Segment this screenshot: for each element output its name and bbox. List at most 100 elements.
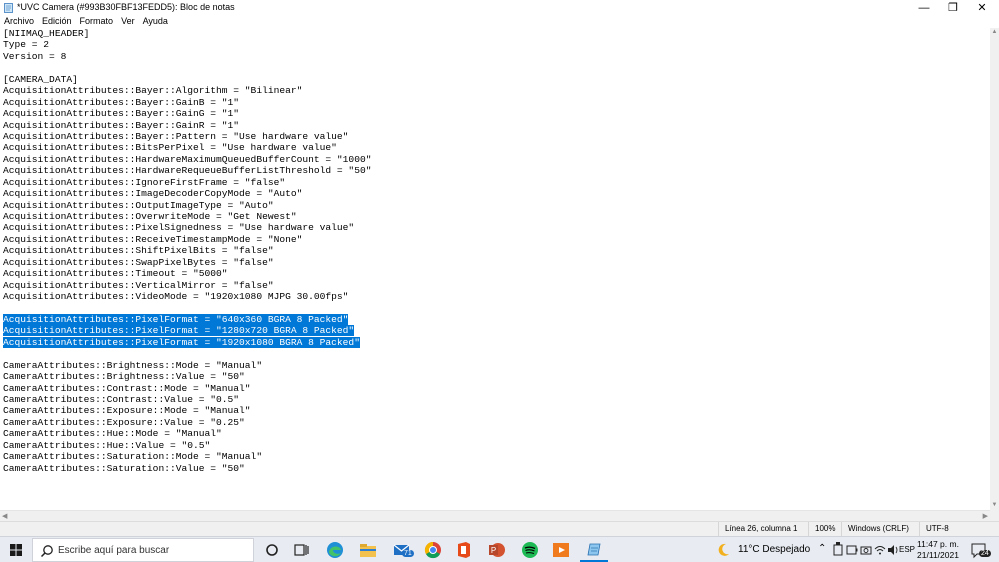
- weather-text[interactable]: 11°C Despejado: [738, 544, 810, 555]
- text-line-content: [NIIMAQ_HEADER]: [3, 28, 90, 39]
- text-line-content: CameraAttributes::Brightness::Mode = "Ma…: [3, 359, 263, 371]
- text-line: AcquisitionAttributes::ShiftPixelBits = …: [0, 245, 990, 256]
- text-line: CameraAttributes::Hue::Mode = "Manual": [0, 428, 990, 439]
- text-line-content: AcquisitionAttributes::PixelFormat = "19…: [3, 336, 360, 348]
- taskbar-search-box[interactable]: Escribe aquí para buscar: [32, 538, 254, 562]
- text-line: AcquisitionAttributes::PixelSignedness =…: [0, 222, 990, 233]
- chrome-icon[interactable]: [423, 540, 443, 560]
- text-line: CameraAttributes::Saturation::Value = "5…: [0, 463, 990, 474]
- text-line: AcquisitionAttributes::HardwareRequeueBu…: [0, 165, 990, 176]
- scroll-left-icon[interactable]: ◀: [2, 512, 7, 521]
- menu-archivo[interactable]: Archivo: [0, 15, 38, 28]
- notification-badge: 24: [979, 550, 991, 557]
- text-line-content: AcquisitionAttributes::ImageDecoderCopyM…: [3, 188, 303, 200]
- title-bar[interactable]: *UVC Camera (#993B30FBF13FEDD5): Bloc de…: [0, 0, 999, 15]
- task-view-icon[interactable]: [291, 540, 311, 560]
- text-line: AcquisitionAttributes::PixelFormat = "19…: [0, 336, 990, 348]
- text-line-content: AcquisitionAttributes::ShiftPixelBits = …: [3, 245, 274, 257]
- text-line: CameraAttributes::Saturation::Mode = "Ma…: [0, 451, 990, 462]
- text-line-content: AcquisitionAttributes::Bayer::Algorithm …: [3, 85, 303, 97]
- text-line: [NIIMAQ_HEADER]: [0, 28, 990, 39]
- cortana-icon[interactable]: [262, 540, 282, 560]
- text-line: CameraAttributes::Brightness::Value = "5…: [0, 371, 990, 382]
- close-button[interactable]: ✕: [965, 0, 999, 15]
- weather-moon-icon[interactable]: [716, 540, 732, 560]
- spotify-icon[interactable]: [520, 540, 540, 560]
- wifi-icon[interactable]: [874, 540, 886, 560]
- minimize-icon: —: [918, 1, 930, 14]
- volume-icon[interactable]: [887, 540, 899, 560]
- text-line: AcquisitionAttributes::IgnoreFirstFrame …: [0, 177, 990, 188]
- notepad-taskbar-icon[interactable]: [584, 540, 604, 560]
- clock[interactable]: 11:47 p. m. 21/11/2021: [916, 539, 960, 561]
- menu-ayuda[interactable]: Ayuda: [139, 15, 172, 28]
- text-line: AcquisitionAttributes::HardwareMaximumQu…: [0, 154, 990, 165]
- text-line: CameraAttributes::Exposure::Mode = "Manu…: [0, 405, 990, 416]
- text-line: Version = 8: [0, 51, 990, 62]
- clock-time: 11:47 p. m.: [917, 539, 959, 549]
- svg-text:P: P: [491, 546, 496, 555]
- language-indicator[interactable]: ESP: [899, 545, 915, 554]
- restore-icon: ❐: [948, 2, 958, 14]
- text-line: AcquisitionAttributes::PixelFormat = "64…: [0, 313, 990, 325]
- camera-tray-icon[interactable]: [860, 540, 872, 560]
- text-line: AcquisitionAttributes::ReceiveTimestampM…: [0, 234, 990, 245]
- text-line-content: AcquisitionAttributes::PixelFormat = "64…: [3, 313, 349, 325]
- text-line: AcquisitionAttributes::OutputImageType =…: [0, 200, 990, 211]
- text-line: [0, 62, 990, 73]
- status-zoom: 100%: [808, 522, 841, 536]
- text-line-content: AcquisitionAttributes::HardwareRequeueBu…: [3, 165, 372, 177]
- scroll-right-icon[interactable]: ▶: [983, 512, 988, 521]
- text-line-content: AcquisitionAttributes::Bayer::GainG = "1…: [3, 108, 240, 120]
- scroll-down-icon[interactable]: ▼: [990, 501, 999, 510]
- menu-bar: Archivo Edición Formato Ver Ayuda: [0, 15, 172, 28]
- text-line: CameraAttributes::Brightness::Mode = "Ma…: [0, 360, 990, 371]
- status-encoding: UTF-8: [919, 522, 999, 536]
- text-line-content: AcquisitionAttributes::VideoMode = "1920…: [3, 291, 349, 303]
- text-line-content: [CAMERA_DATA]: [3, 73, 78, 85]
- text-line: AcquisitionAttributes::Bayer::GainB = "1…: [0, 97, 990, 108]
- text-line: AcquisitionAttributes::PixelFormat = "12…: [0, 325, 990, 337]
- text-line-content: AcquisitionAttributes::VerticalMirror = …: [3, 279, 274, 291]
- text-line-content: CameraAttributes::Saturation::Value = "5…: [3, 462, 245, 474]
- horizontal-scrollbar[interactable]: ◀ ▶: [0, 510, 990, 521]
- close-icon: ✕: [977, 2, 987, 14]
- text-editor[interactable]: [NIIMAQ_HEADER] Type = 2 Version = 8 [CAMER…: [0, 28, 990, 510]
- text-line-content: AcquisitionAttributes::ReceiveTimestampM…: [3, 233, 303, 245]
- status-line-endings: Windows (CRLF): [841, 522, 919, 536]
- text-line-content: AcquisitionAttributes::SwapPixelBytes = …: [3, 256, 274, 268]
- edge-browser-icon[interactable]: [325, 540, 345, 560]
- text-line-content: CameraAttributes::Saturation::Mode = "Ma…: [3, 451, 263, 463]
- battery-icon[interactable]: [846, 540, 858, 560]
- text-line: Type = 2: [0, 39, 990, 50]
- text-line-content: AcquisitionAttributes::PixelSignedness =…: [3, 222, 355, 234]
- taskbar: Escribe aquí para buscar 71 P 11°C Despe…: [0, 536, 999, 562]
- file-explorer-icon[interactable]: [358, 540, 378, 560]
- text-line-content: AcquisitionAttributes::IgnoreFirstFrame …: [3, 176, 286, 188]
- text-line-content: AcquisitionAttributes::Bayer::GainB = "1…: [3, 96, 240, 108]
- windows-start-icon[interactable]: [10, 544, 22, 556]
- office-icon[interactable]: [454, 540, 474, 560]
- text-line-content: CameraAttributes::Exposure::Mode = "Manu…: [3, 405, 251, 417]
- text-line-content: CameraAttributes::Hue::Mode = "Manual": [3, 428, 222, 440]
- window-title: *UVC Camera (#993B30FBF13FEDD5): Bloc de…: [17, 2, 235, 12]
- powerpoint-icon[interactable]: P: [487, 540, 507, 560]
- text-line: CameraAttributes::Hue::Value = "0.5": [0, 440, 990, 451]
- media-player-icon[interactable]: [551, 540, 571, 560]
- menu-edicion[interactable]: Edición: [38, 15, 76, 28]
- usb-drive-icon[interactable]: [832, 540, 844, 560]
- show-hidden-icons-icon[interactable]: ⌃: [818, 543, 826, 554]
- menu-ver[interactable]: Ver: [117, 15, 139, 28]
- vertical-scrollbar[interactable]: ▲ ▼: [990, 28, 999, 510]
- scroll-up-icon[interactable]: ▲: [990, 28, 999, 37]
- text-line-content: AcquisitionAttributes::PixelFormat = "12…: [3, 325, 355, 337]
- text-line: AcquisitionAttributes::ImageDecoderCopyM…: [0, 188, 990, 199]
- text-line: [CAMERA_DATA]: [0, 74, 990, 85]
- menu-formato[interactable]: Formato: [76, 15, 118, 28]
- text-line: CameraAttributes::Exposure::Value = "0.2…: [0, 417, 990, 428]
- status-cursor-position: Línea 26, columna 1: [718, 522, 808, 536]
- status-bar: Línea 26, columna 1 100% Windows (CRLF) …: [0, 521, 999, 536]
- text-line-content: CameraAttributes::Contrast::Value = "0.5…: [3, 394, 240, 405]
- notepad-app-icon: [4, 3, 13, 13]
- text-line: CameraAttributes::Contrast::Mode = "Manu…: [0, 383, 990, 394]
